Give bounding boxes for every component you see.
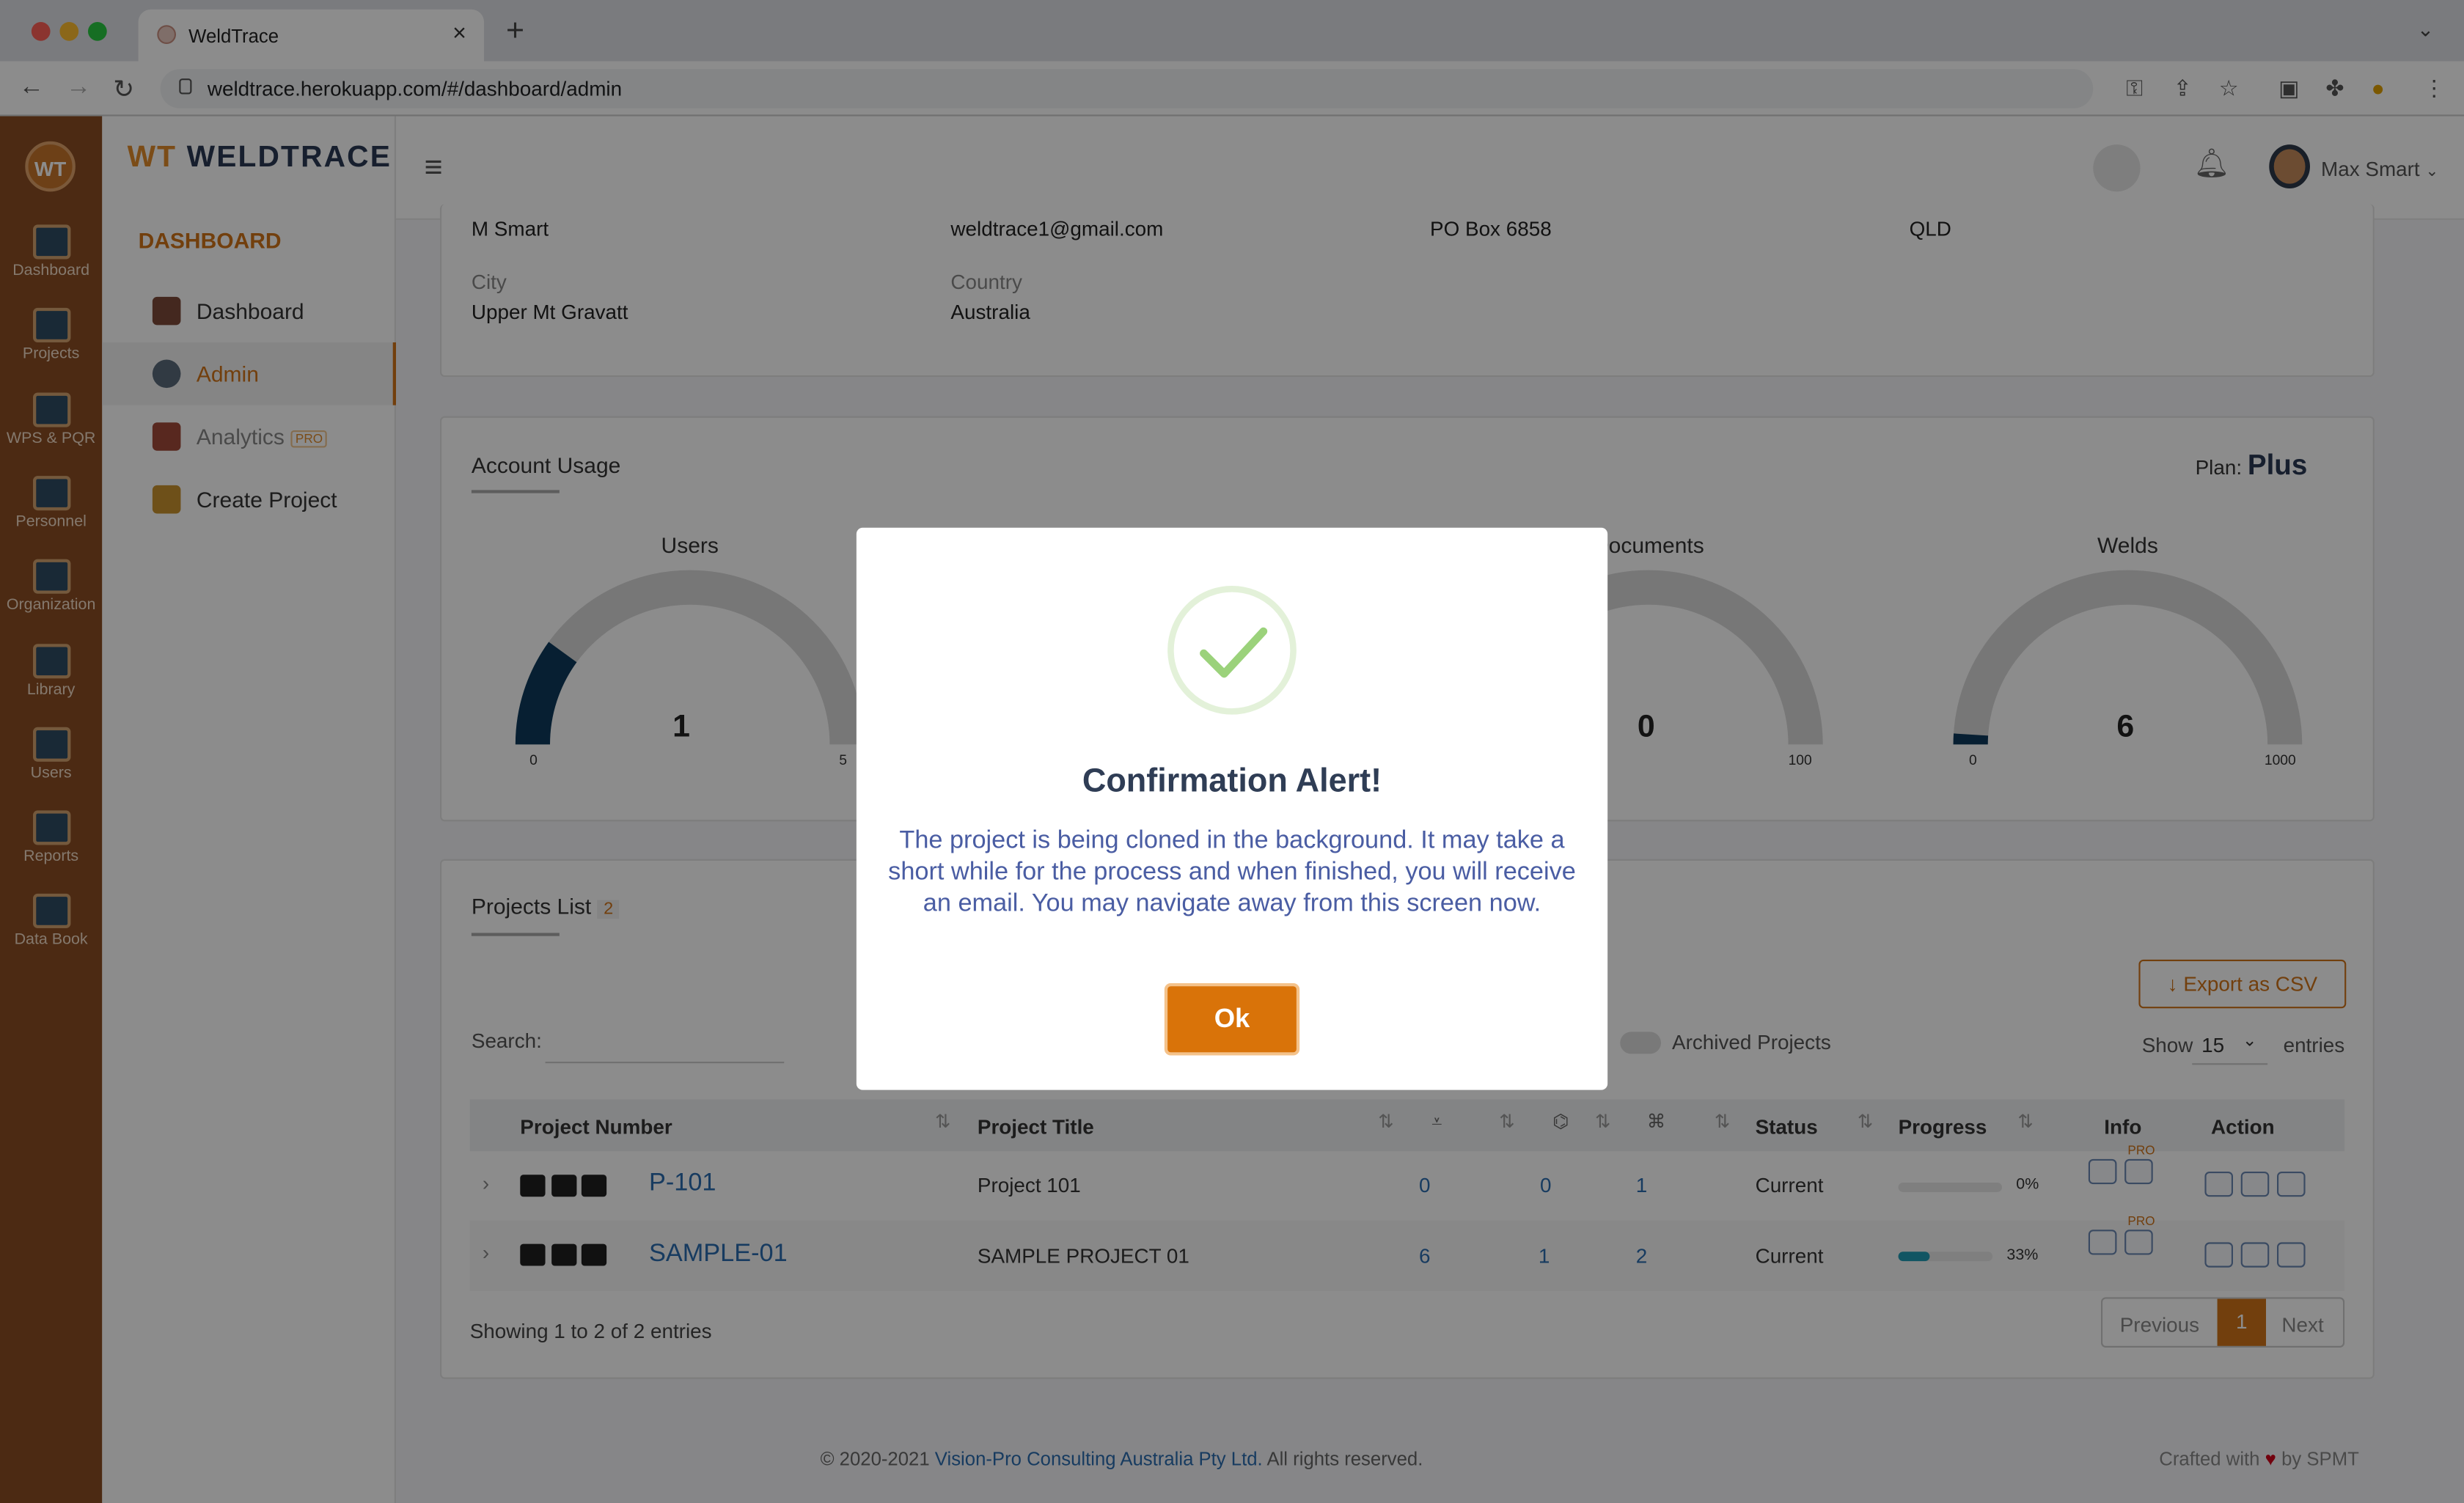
ok-button[interactable]: Ok bbox=[1164, 982, 1300, 1056]
modal-message: The project is being cloned in the backg… bbox=[888, 827, 1576, 918]
success-check-icon bbox=[1167, 586, 1297, 715]
confirmation-modal: Confirmation Alert! The project is being… bbox=[856, 527, 1608, 1090]
modal-title: Confirmation Alert! bbox=[1082, 763, 1382, 800]
